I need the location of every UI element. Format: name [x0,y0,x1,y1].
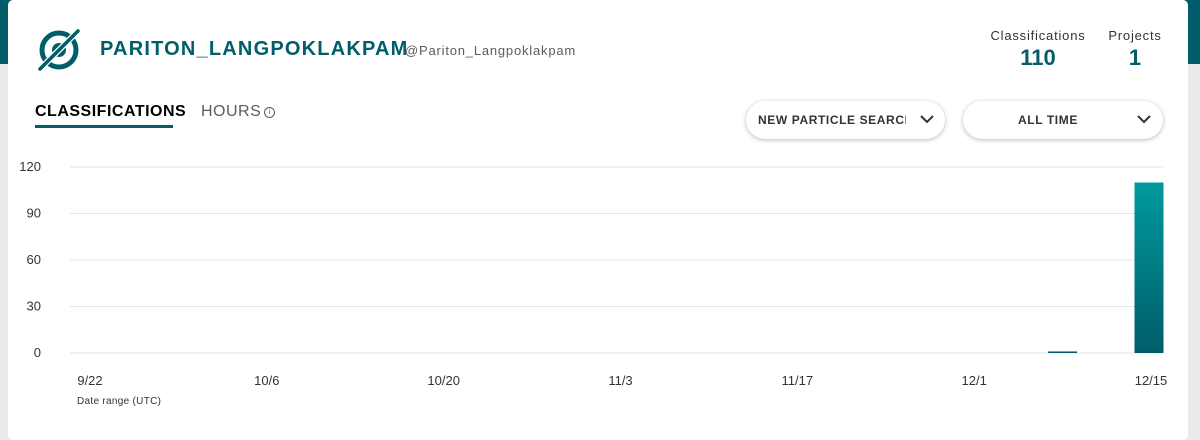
y-tick-label: 0 [34,345,41,360]
projects-stat: Projects 1 [1100,28,1170,71]
tab-classifications-label: CLASSIFICATIONS [35,103,187,120]
x-tick-label: 10/6 [254,373,279,388]
info-icon[interactable]: i [264,107,275,118]
profile-stats-card: PARITON_LANGPOKLAKPAM @Pariton_Langpokla… [8,0,1188,440]
tab-classifications[interactable]: CLASSIFICATIONS [35,103,187,128]
x-tick-label: 11/3 [608,373,632,388]
tab-hours-label: HOURS [201,103,262,120]
chart-bar [1048,351,1078,353]
classifications-stat: Classifications 110 [978,28,1098,71]
x-tick-label: 12/1 [962,373,987,388]
classifications-stat-label: Classifications [990,28,1086,43]
project-select[interactable]: NEW PARTICLE SEARCH AT CERN [746,101,945,139]
date-range-note: Date range (UTC) [77,396,162,407]
date-range-select[interactable]: ALL TIME [963,101,1163,139]
classifications-stat-value: 110 [1020,45,1056,70]
tab-hours[interactable]: HOURS [201,103,261,121]
x-tick-label: 9/22 [77,373,102,388]
user-handle: @Pariton_Langpoklakpam [405,43,577,58]
x-tick-label: 11/17 [782,373,814,388]
classifications-bar-chart: 0 30 60 90 120 9/22 10/6 10/20 11/3 11/17 12/1 12/1… [19,159,1168,388]
active-tab-underline [35,125,173,128]
username: PARITON_LANGPOKLAKPAM [100,38,409,60]
date-range-select-value: ALL TIME [1018,113,1078,127]
y-tick-label: 120 [19,159,41,174]
y-tick-label: 90 [27,206,41,221]
projects-stat-label: Projects [1108,28,1162,43]
x-tick-label: 12/15 [1135,373,1168,388]
chart-bar [1134,182,1164,353]
chevron-down-icon [1137,115,1151,124]
chevron-down-icon [920,115,934,124]
project-select-value: NEW PARTICLE SEARCH AT CERN [758,113,906,127]
x-tick-label: 10/20 [427,373,460,388]
projects-stat-value: 1 [1128,45,1142,70]
y-tick-label: 30 [27,299,41,314]
y-tick-label: 60 [27,252,41,267]
zooniverse-logo-icon [36,27,82,73]
